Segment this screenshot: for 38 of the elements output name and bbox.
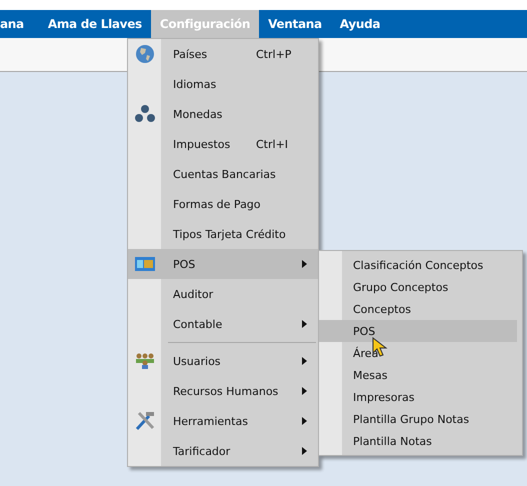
menu-item[interactable]: Monedas [128,99,318,129]
menu-bar-item[interactable]: Ama de Llaves [38,10,151,38]
menu-item[interactable]: POS [128,249,318,279]
submenu-arrow-icon [302,417,308,425]
menu-item[interactable]: Plantilla Grupo Notas [319,408,517,430]
tools-icon [134,410,156,432]
menu-bar-item[interactable]: ana [0,10,33,38]
users-icon [134,352,156,370]
globe-icon [134,44,154,64]
menu-item[interactable]: Formas de Pago [128,189,318,219]
menu-item[interactable]: Tarificador [128,436,318,466]
menu-item[interactable]: Cuentas Bancarias [128,159,318,189]
menu-item[interactable]: Recursos Humanos [128,376,318,406]
submenu-arrow-icon [302,387,308,395]
currency-icon [134,104,156,124]
menu-item[interactable]: Mesas [319,364,517,386]
menu-bar-item[interactable]: Ayuda [330,10,390,38]
menu-item[interactable]: Impuestos Ctrl+I [128,129,318,159]
submenu-arrow-icon [302,320,308,328]
menu-item[interactable]: Usuarios [128,346,318,376]
menu-item[interactable]: Tipos Tarjeta Crédito [128,219,318,249]
submenu-arrow-icon [302,447,308,455]
menu-item[interactable]: Plantilla Notas [319,430,517,452]
menu-item[interactable]: Conceptos [319,298,517,320]
menu-bar-item[interactable]: Ventana [259,10,331,38]
menu-item[interactable]: Contable [128,309,318,339]
submenu-arrow-icon [302,260,308,268]
menu-item[interactable]: POS [319,320,517,342]
menu-item[interactable]: Área [319,342,517,364]
pos-window-icon [134,255,156,273]
menu-item[interactable]: Idiomas [128,69,318,99]
submenu-arrow-icon [302,357,308,365]
menu-item[interactable]: Grupo Conceptos [319,276,517,298]
menu-item[interactable]: Auditor [128,279,318,309]
menu-item[interactable]: Clasificación Conceptos [319,254,517,276]
menu-item[interactable]: Países Ctrl+P [128,39,318,69]
menu-item[interactable]: Impresoras [319,386,517,408]
menu-item[interactable]: Herramientas [128,406,318,436]
